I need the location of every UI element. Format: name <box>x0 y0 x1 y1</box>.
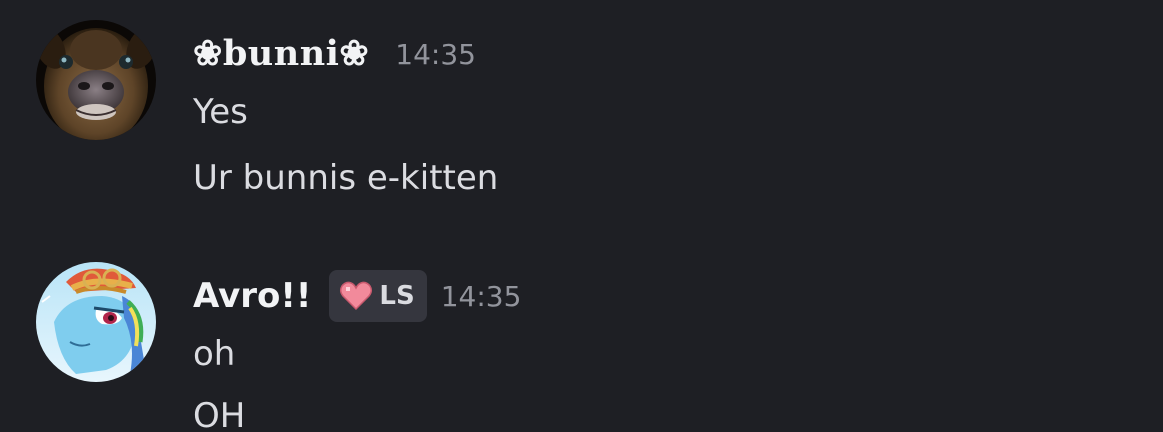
avatar[interactable] <box>36 262 156 382</box>
deer-photo-avatar-icon <box>36 20 156 140</box>
message-header: ❀bunni❀ 14:35 <box>193 28 476 80</box>
message-text: oh <box>193 334 236 374</box>
badge-label: LS <box>379 281 415 311</box>
username[interactable]: Avro!! <box>193 270 311 322</box>
pony-avatar-icon <box>36 262 156 382</box>
timestamp[interactable]: 14:35 <box>441 280 522 313</box>
chat-log: ❀bunni❀ 14:35 Yes Ur bunnis e-kitten Avr… <box>0 0 1163 432</box>
username[interactable]: ❀bunni❀ <box>193 28 369 80</box>
message-header: Avro!! LS 14:35 <box>193 270 521 322</box>
message-text: Yes <box>193 92 248 132</box>
timestamp[interactable]: 14:35 <box>395 38 476 71</box>
role-badge[interactable]: LS <box>329 270 427 322</box>
message-text: OH <box>193 396 246 432</box>
heart-icon <box>340 281 373 311</box>
avatar[interactable] <box>36 20 156 140</box>
message-text: Ur bunnis e-kitten <box>193 158 499 198</box>
